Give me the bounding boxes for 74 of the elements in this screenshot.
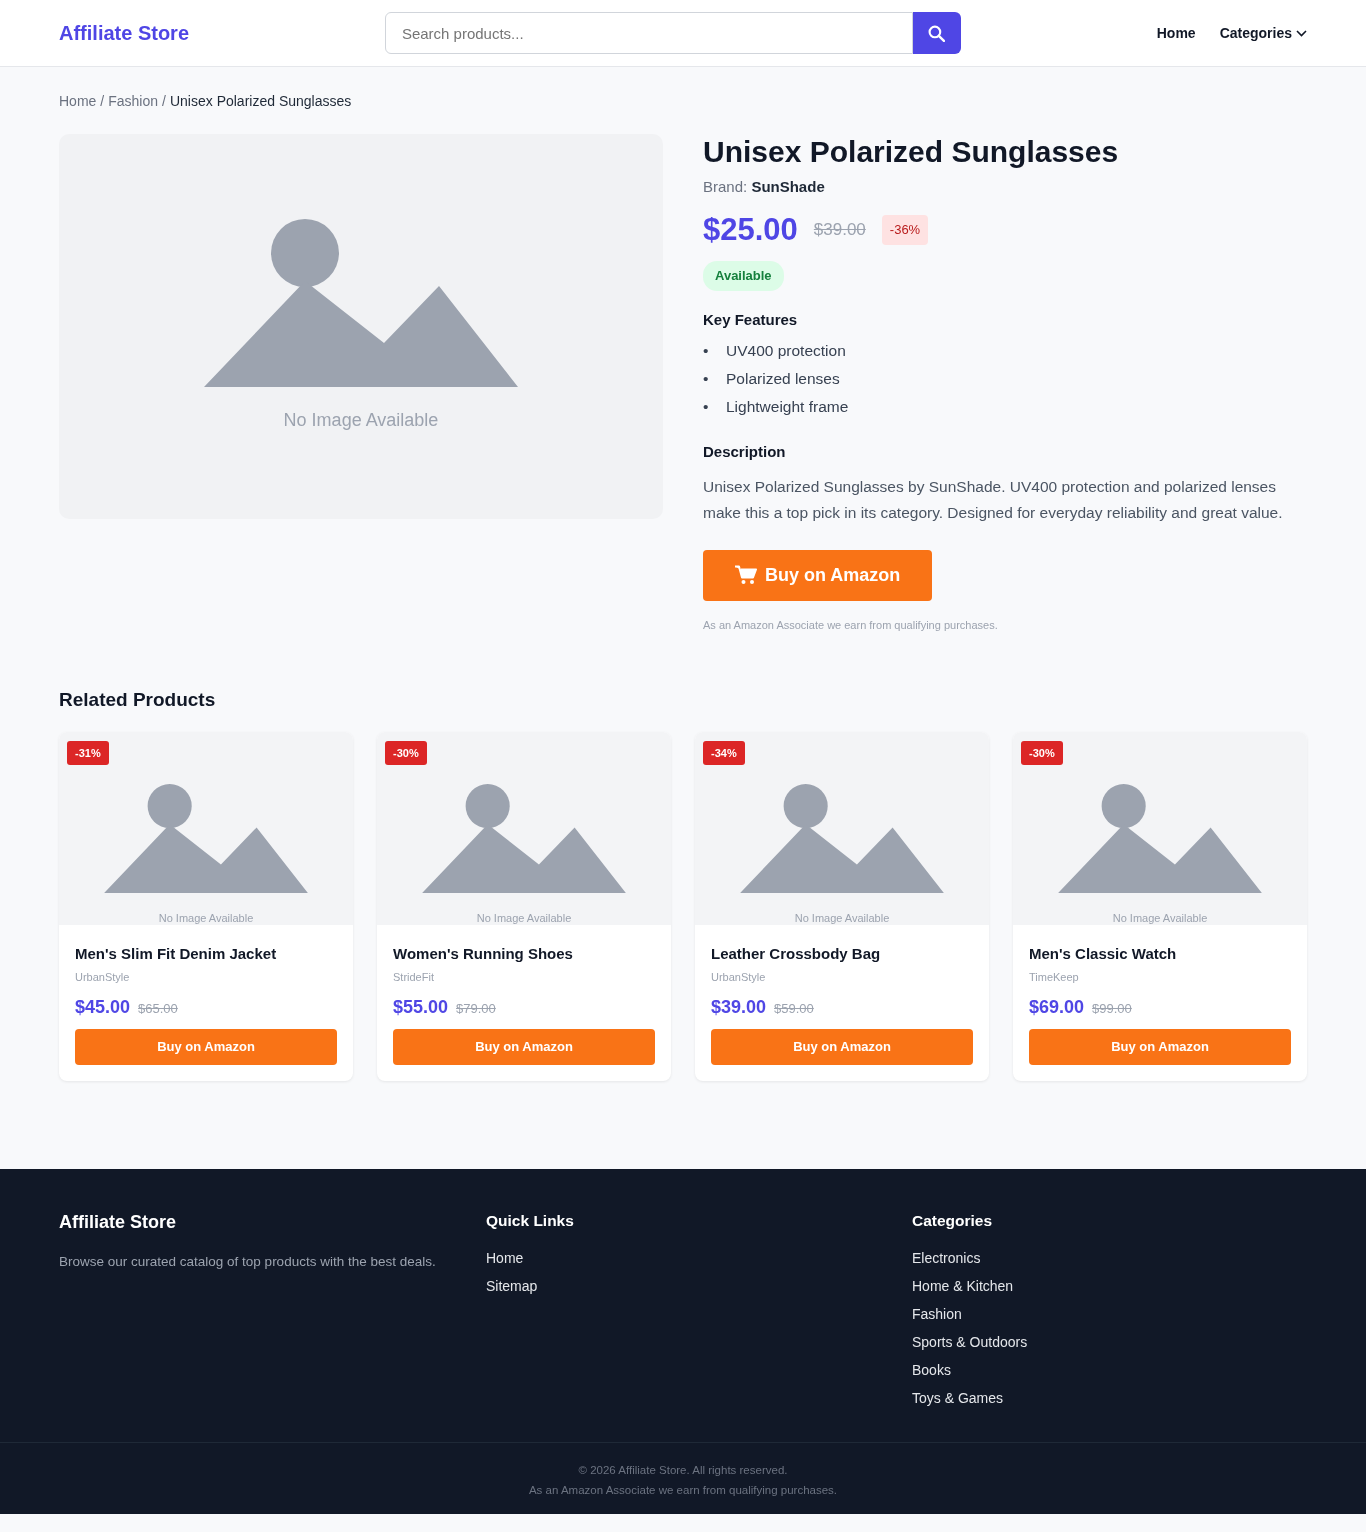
original-price: $99.00 — [1092, 999, 1132, 1018]
affiliate-disclosure: As an Amazon Associate we earn from qualifying purchases. — [527, 1483, 839, 1499]
footer-link[interactable]: Fashion — [912, 1300, 962, 1329]
bullet: • — [703, 397, 710, 417]
discount-badge: -31% — [67, 740, 109, 766]
image-placeholder-icon — [1058, 783, 1262, 893]
discount-badge: -30% — [1021, 740, 1063, 766]
original-price: $39.00 — [813, 219, 866, 241]
search-field[interactable]: Search products... — [384, 12, 913, 54]
footer-link[interactable]: Sitemap — [486, 1272, 538, 1301]
image-caption: No Image Available — [158, 910, 254, 925]
footer-link[interactable]: Home — [486, 1244, 524, 1273]
discount-badge: -36% — [881, 215, 929, 245]
footer-link[interactable]: Sports & Outdoors — [912, 1328, 1028, 1357]
product-name: Men's Classic Watch — [1029, 943, 1178, 964]
image-placeholder-icon — [204, 219, 518, 387]
footer-brand: Affiliate Store — [59, 1210, 178, 1234]
brand-name: UrbanStyle — [711, 970, 767, 986]
breadcrumb-link[interactable]: Fashion — [108, 91, 159, 112]
image-placeholder-icon — [104, 783, 308, 893]
product-name: Women's Running Shoes — [393, 943, 574, 964]
sale-price: $69.00 — [1029, 995, 1085, 1019]
nav-link[interactable]: Home — [1156, 22, 1196, 44]
availability-badge: Available — [703, 261, 784, 291]
section-heading: Key Features — [703, 309, 799, 330]
footer-heading: Categories — [912, 1210, 994, 1231]
sale-price: $45.00 — [75, 995, 131, 1019]
product-title: Unisex Polarized Sunglasses — [703, 134, 1120, 170]
footer-link[interactable]: Electronics — [912, 1244, 981, 1273]
breadcrumb-current: Unisex Polarized Sunglasses — [169, 92, 352, 111]
cart-icon — [735, 565, 757, 585]
image-placeholder-icon — [422, 783, 626, 893]
store-logo[interactable]: Affiliate Store — [59, 18, 190, 48]
sale-price: $39.00 — [711, 995, 767, 1019]
image-caption: No Image Available — [283, 409, 439, 432]
copyright-text: © 2026 Affiliate Store. All rights reserved. — [577, 1463, 789, 1479]
original-price: $59.00 — [774, 999, 814, 1018]
bullet: • — [703, 369, 710, 389]
feature-item: Polarized lenses — [726, 369, 840, 389]
product-name: Leather Crossbody Bag — [711, 943, 882, 964]
image-caption: No Image Available — [476, 910, 572, 925]
footer-tagline: Browse our curated catalog of top products with the best deals. — [59, 1252, 437, 1271]
categories-dropdown[interactable]: Categories — [1219, 22, 1307, 44]
breadcrumb-separator: / — [100, 92, 105, 111]
footer-link[interactable]: Books — [912, 1356, 951, 1385]
description-text: Unisex Polarized Sunglasses by SunShade. UV400 protection and polarized lenses make this a top pick in its category. Designed for everyday reliability and great value. — [703, 476, 1284, 523]
section-heading: Description — [703, 442, 787, 462]
breadcrumb-link[interactable]: Home — [59, 91, 97, 112]
footer-heading: Quick Links — [486, 1210, 575, 1231]
brand-name: UrbanStyle — [75, 970, 131, 986]
search-button[interactable] — [912, 12, 961, 54]
brand-name: StrideFit — [393, 970, 435, 986]
bullet: • — [703, 341, 710, 361]
search-icon — [928, 24, 946, 42]
original-price: $79.00 — [456, 999, 496, 1018]
brand-line: Brand: SunShade — [703, 177, 826, 197]
feature-item: Lightweight frame — [726, 397, 849, 417]
product-name: Men's Slim Fit Denim Jacket — [75, 943, 278, 964]
affiliate-disclosure: As an Amazon Associate we earn from qualifying purchases. — [703, 617, 999, 633]
sale-price: $25.00 — [703, 210, 798, 249]
image-caption: No Image Available — [794, 910, 890, 925]
discount-badge: -30% — [385, 740, 427, 766]
image-placeholder-icon — [740, 783, 944, 893]
breadcrumb-separator: / — [162, 92, 166, 111]
chevron-down-icon — [1296, 29, 1307, 37]
feature-item: UV400 protection — [726, 341, 846, 361]
discount-badge: -34% — [703, 740, 745, 766]
footer-link[interactable]: Toys & Games — [912, 1384, 1004, 1413]
brand-name: TimeKeep — [1029, 970, 1080, 986]
image-caption: No Image Available — [1112, 910, 1208, 925]
footer-link[interactable]: Home & Kitchen — [912, 1272, 1014, 1301]
section-heading: Related Products — [59, 689, 217, 712]
original-price: $65.00 — [138, 999, 178, 1018]
sale-price: $55.00 — [393, 995, 449, 1019]
